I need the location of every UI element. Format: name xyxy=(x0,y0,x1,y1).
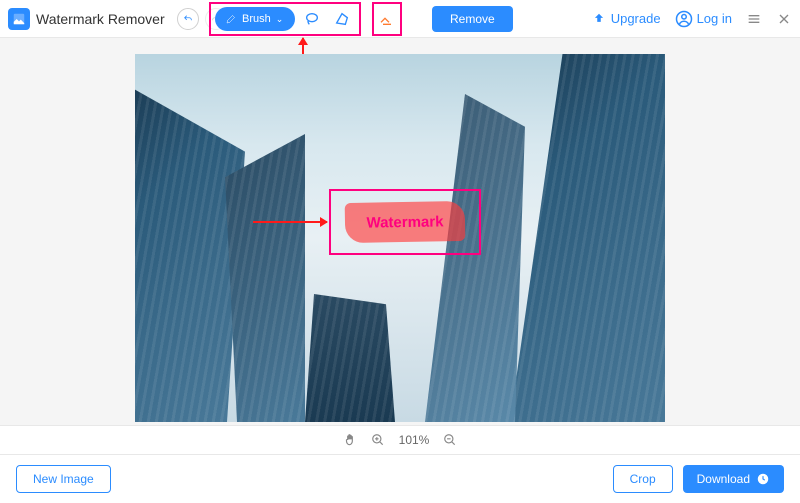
menu-icon xyxy=(746,11,762,27)
annotation-arrow-right xyxy=(253,221,327,223)
upload-icon xyxy=(591,12,607,26)
header-bar: Watermark Remover Brush ⌄ Remove Upgrade xyxy=(0,0,800,38)
zoom-in-icon xyxy=(371,433,385,447)
watermark-text: Watermark xyxy=(366,213,443,231)
polygon-tool-button[interactable] xyxy=(329,7,355,31)
pan-hand-button[interactable] xyxy=(343,433,357,447)
zoom-level: 101% xyxy=(399,433,430,447)
new-image-button[interactable]: New Image xyxy=(16,465,111,493)
crop-button[interactable]: Crop xyxy=(613,465,673,493)
download-button[interactable]: Download xyxy=(683,465,784,493)
brush-icon xyxy=(225,13,237,25)
building-image xyxy=(305,294,395,422)
lasso-icon xyxy=(304,11,320,27)
bottom-right-buttons: Crop Download xyxy=(613,465,784,493)
menu-button[interactable] xyxy=(746,11,762,27)
watermark-selection-annotation: Watermark xyxy=(329,189,481,255)
brush-tool-button[interactable]: Brush ⌄ xyxy=(215,7,295,31)
upgrade-button[interactable]: Upgrade xyxy=(591,11,661,26)
close-button[interactable] xyxy=(776,11,792,27)
clock-icon xyxy=(756,472,770,486)
canvas-image[interactable]: Watermark xyxy=(135,54,665,422)
bottom-bar: New Image Crop Download xyxy=(0,455,800,503)
undo-button[interactable] xyxy=(177,8,199,30)
zoom-in-button[interactable] xyxy=(371,433,385,447)
upgrade-label: Upgrade xyxy=(611,11,661,26)
app-title: Watermark Remover xyxy=(36,11,165,27)
lasso-tool-button[interactable] xyxy=(299,7,325,31)
zoom-bar: 101% xyxy=(0,425,800,455)
login-button[interactable]: Log in xyxy=(675,10,732,28)
login-label: Log in xyxy=(697,11,732,26)
header-right: Upgrade Log in xyxy=(591,10,792,28)
watermark-paint-area: Watermark xyxy=(345,201,466,243)
chevron-down-icon: ⌄ xyxy=(276,14,284,25)
building-image xyxy=(225,134,305,422)
download-label: Download xyxy=(697,472,750,486)
app-logo xyxy=(8,8,30,30)
polygon-icon xyxy=(334,11,350,27)
zoom-out-button[interactable] xyxy=(443,433,457,447)
brush-label: Brush xyxy=(242,13,271,25)
close-icon xyxy=(776,11,792,27)
building-image xyxy=(135,84,245,422)
zoom-out-icon xyxy=(443,433,457,447)
remove-button[interactable]: Remove xyxy=(432,6,513,32)
tool-group-annotation: Brush ⌄ xyxy=(209,2,361,36)
building-image xyxy=(510,54,665,422)
hand-icon xyxy=(343,433,357,447)
user-icon xyxy=(675,10,693,28)
eraser-group-annotation xyxy=(372,2,402,36)
eraser-tool-button[interactable] xyxy=(374,7,400,31)
eraser-icon xyxy=(379,11,395,27)
building-image xyxy=(425,94,525,422)
